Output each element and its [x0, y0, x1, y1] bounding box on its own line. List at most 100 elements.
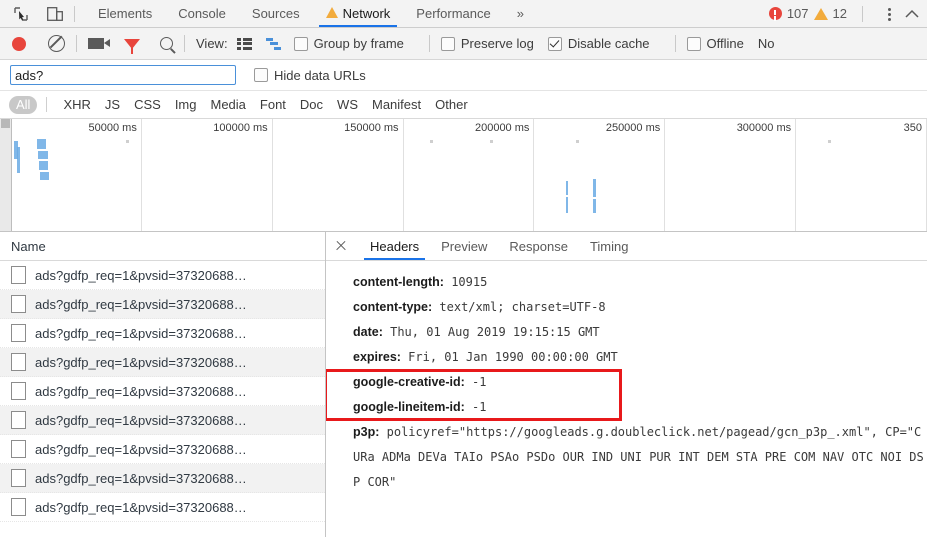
- more-options-icon[interactable]: [888, 6, 892, 22]
- response-header-row[interactable]: date: Thu, 01 Aug 2019 19:15:15 GMT: [353, 320, 927, 345]
- overview-tick-4: 250000 ms: [534, 119, 665, 231]
- details-tab-preview[interactable]: Preview: [430, 232, 498, 260]
- search-icon[interactable]: [160, 37, 173, 50]
- response-header-row[interactable]: google-lineitem-id: -1: [353, 395, 927, 420]
- table-row[interactable]: ads?gdfp_req=1&pvsid=37320688…: [0, 493, 325, 522]
- network-overview-timeline[interactable]: 50000 ms100000 ms150000 ms200000 ms25000…: [0, 119, 927, 232]
- type-filter-divider: [46, 97, 47, 112]
- request-list-header[interactable]: Name: [0, 232, 325, 261]
- table-row[interactable]: ads?gdfp_req=1&pvsid=37320688…: [0, 406, 325, 435]
- overview-request-bar: [566, 197, 568, 213]
- tab-network[interactable]: Network: [313, 0, 404, 27]
- request-name: ads?gdfp_req=1&pvsid=37320688…: [35, 355, 247, 370]
- disable-cache-checkbox[interactable]: [548, 37, 562, 51]
- offline-checkbox[interactable]: [687, 37, 701, 51]
- type-filter-js[interactable]: JS: [98, 97, 127, 112]
- type-filter-xhr[interactable]: XHR: [56, 97, 97, 112]
- response-headers-list[interactable]: content-length: 10915content-type: text/…: [326, 261, 927, 537]
- overview-tick-label: 250000 ms: [606, 122, 660, 134]
- preserve-log-checkbox[interactable]: [441, 37, 455, 51]
- overview-tick-label: 300000 ms: [737, 122, 791, 134]
- tab-elements-label: Elements: [98, 6, 152, 21]
- type-filter-all[interactable]: All: [9, 96, 37, 114]
- tab-more-chevron[interactable]: »: [504, 0, 537, 27]
- toolbar-divider-2: [184, 35, 185, 52]
- table-row[interactable]: ads?gdfp_req=1&pvsid=37320688…: [0, 464, 325, 493]
- type-filter-other[interactable]: Other: [428, 97, 475, 112]
- type-filter-img[interactable]: Img: [168, 97, 204, 112]
- filter-funnel-icon[interactable]: [124, 39, 140, 49]
- details-tab-headers[interactable]: Headers: [359, 232, 430, 260]
- request-rows[interactable]: ads?gdfp_req=1&pvsid=37320688…ads?gdfp_r…: [0, 261, 325, 537]
- document-icon: [11, 382, 26, 400]
- error-icon: [769, 7, 782, 20]
- tabstrip-divider: [74, 6, 75, 22]
- filter-input[interactable]: [10, 65, 236, 85]
- table-row[interactable]: ads?gdfp_req=1&pvsid=37320688…: [0, 377, 325, 406]
- table-row[interactable]: ads?gdfp_req=1&pvsid=37320688…: [0, 290, 325, 319]
- type-filter-css[interactable]: CSS: [127, 97, 168, 112]
- table-row[interactable]: ads?gdfp_req=1&pvsid=37320688…: [0, 261, 325, 290]
- preserve-log-label[interactable]: Preserve log: [461, 36, 534, 51]
- response-header-row[interactable]: expires: Fri, 01 Jan 1990 00:00:00 GMT: [353, 345, 927, 370]
- type-filter-ws[interactable]: WS: [330, 97, 365, 112]
- type-filter-media[interactable]: Media: [203, 97, 252, 112]
- response-header-row[interactable]: p3p: policyref="https://googleads.g.doub…: [353, 420, 927, 495]
- toolbar-divider-1: [76, 35, 77, 52]
- record-button-icon[interactable]: [12, 37, 26, 51]
- toolbar-divider-3: [429, 35, 430, 52]
- column-header-name: Name: [11, 239, 46, 254]
- response-header-value: 10915: [444, 275, 487, 289]
- type-filter-manifest[interactable]: Manifest: [365, 97, 428, 112]
- view-waterfall-icon[interactable]: [266, 38, 281, 50]
- close-details-icon[interactable]: [333, 238, 349, 254]
- overview-tick-1: 100000 ms: [142, 119, 273, 231]
- hide-data-urls-checkbox[interactable]: [254, 68, 268, 82]
- filter-row: Hide data URLs: [0, 60, 927, 91]
- overview-request-bar: [566, 181, 568, 195]
- device-toolbar-icon[interactable]: [46, 5, 64, 23]
- overview-tick-label: 350: [904, 122, 922, 134]
- warning-icon: [814, 8, 828, 20]
- response-header-row[interactable]: content-type: text/xml; charset=UTF-8: [353, 295, 927, 320]
- overview-marker-dot: [430, 140, 433, 143]
- request-name: ads?gdfp_req=1&pvsid=37320688…: [35, 442, 247, 457]
- tab-sources-label: Sources: [252, 6, 300, 21]
- overview-tick-label: 100000 ms: [213, 122, 267, 134]
- response-header-row[interactable]: google-creative-id: -1: [353, 370, 927, 395]
- throttling-select[interactable]: No: [758, 36, 775, 51]
- table-row[interactable]: ads?gdfp_req=1&pvsid=37320688…: [0, 435, 325, 464]
- inspect-element-icon[interactable]: [12, 5, 30, 23]
- issue-counters[interactable]: 107 12: [769, 0, 927, 27]
- view-list-icon[interactable]: [237, 38, 252, 50]
- tab-console[interactable]: Console: [165, 0, 239, 27]
- view-label: View:: [196, 36, 228, 51]
- devtools-tabstrip: Elements Console Sources Network Perform…: [0, 0, 927, 28]
- group-by-frame-checkbox[interactable]: [294, 37, 308, 51]
- response-header-name: google-lineitem-id:: [353, 400, 465, 414]
- overview-marker-dot: [490, 140, 493, 143]
- tab-performance[interactable]: Performance: [403, 0, 503, 27]
- type-filter-font[interactable]: Font: [253, 97, 293, 112]
- overview-tick-2: 150000 ms: [273, 119, 404, 231]
- table-row[interactable]: ads?gdfp_req=1&pvsid=37320688…: [0, 348, 325, 377]
- tab-elements[interactable]: Elements: [85, 0, 165, 27]
- capture-screenshots-icon[interactable]: [88, 38, 104, 49]
- document-icon: [11, 469, 26, 487]
- details-scrollbar[interactable]: [923, 232, 927, 537]
- request-list-panel: Name ads?gdfp_req=1&pvsid=37320688…ads?g…: [0, 232, 326, 537]
- details-tab-response[interactable]: Response: [498, 232, 579, 260]
- overview-tick-0: 50000 ms: [11, 119, 142, 231]
- table-row[interactable]: ads?gdfp_req=1&pvsid=37320688…: [0, 319, 325, 348]
- response-header-row[interactable]: content-length: 10915: [353, 270, 927, 295]
- type-filter-doc[interactable]: Doc: [293, 97, 330, 112]
- close-devtools-icon[interactable]: [903, 5, 921, 23]
- devtools-left-icons: [0, 0, 64, 27]
- hide-data-urls-label[interactable]: Hide data URLs: [274, 68, 366, 83]
- group-by-frame-label[interactable]: Group by frame: [314, 36, 404, 51]
- details-tab-timing[interactable]: Timing: [579, 232, 640, 260]
- tab-sources[interactable]: Sources: [239, 0, 313, 27]
- offline-label[interactable]: Offline: [707, 36, 744, 51]
- disable-cache-label[interactable]: Disable cache: [568, 36, 650, 51]
- clear-button-icon[interactable]: [48, 35, 65, 52]
